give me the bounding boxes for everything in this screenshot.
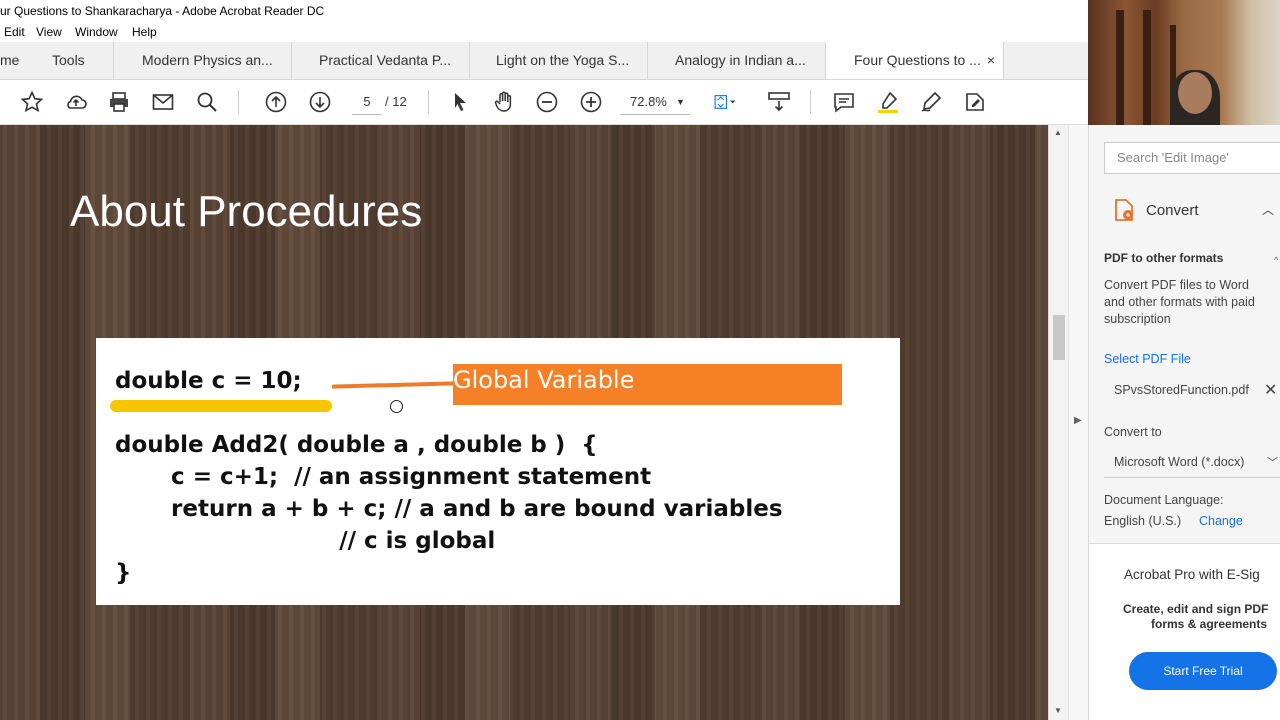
tab-document[interactable]: Analogy in Indian a... (648, 42, 826, 79)
select-cursor-icon[interactable] (448, 90, 472, 114)
code-block: Global Variable double c = 10; double Ad… (96, 338, 900, 605)
convert-to-dropdown[interactable]: Microsoft Word (*.docx) ﹀ (1104, 447, 1280, 478)
document-language-label: Document Language: (1104, 493, 1224, 507)
select-pdf-file-link[interactable]: Select PDF File (1104, 352, 1191, 366)
share-edit-icon[interactable] (963, 90, 987, 114)
slide-title: About Procedures (70, 187, 423, 236)
tab-document[interactable]: Practical Vedanta P... (292, 42, 470, 79)
chevron-right-icon[interactable]: ▶ (1074, 415, 1082, 426)
pdf-formats-desc: and other formats with paid (1104, 295, 1255, 309)
tab-document-active[interactable]: Four Questions to ... × (826, 42, 1004, 79)
tab-tools[interactable]: Tools (44, 42, 114, 79)
toolbar-separator (428, 90, 429, 114)
selected-file-row: SPvsStoredFunction.pdf ✕ (1104, 375, 1280, 405)
change-language-link[interactable]: Change (1199, 514, 1243, 528)
chevron-down-icon: ﹀ (1267, 457, 1278, 469)
annotation-label: Global Variable (453, 366, 635, 394)
promo-desc: forms & agreements (1151, 617, 1268, 631)
scroll-mode-icon[interactable] (767, 90, 791, 114)
chevron-down-icon: ▼ (676, 97, 685, 107)
upload-cloud-icon[interactable] (64, 90, 88, 114)
mouse-cursor-icon (390, 400, 403, 413)
code-line: } (115, 560, 132, 586)
convert-title[interactable]: Convert (1146, 202, 1199, 219)
annotation-box: Global Variable (453, 364, 842, 405)
window-title: ur Questions to Shankaracharya - Adobe A… (0, 4, 325, 18)
tab-home-label: me (0, 52, 20, 68)
comment-icon[interactable] (832, 90, 856, 114)
tab-label: Four Questions to ... (854, 52, 981, 68)
tab-label: Light on the Yoga S... (496, 52, 630, 68)
tab-document[interactable]: Light on the Yoga S... (470, 42, 648, 79)
zoom-in-icon[interactable] (579, 90, 603, 114)
code-line: double Add2( double a , double b ) { (115, 432, 598, 458)
page-down-icon[interactable] (308, 90, 332, 114)
hand-tool-icon[interactable] (492, 90, 516, 114)
selected-file-name: SPvsStoredFunction.pdf (1114, 383, 1249, 397)
menu-window[interactable]: Window (75, 25, 118, 39)
window-grill (1116, 10, 1124, 125)
scroll-down-icon[interactable]: ▼ (1054, 706, 1062, 715)
remove-file-icon[interactable]: ✕ (1264, 380, 1277, 400)
tab-bar: me Tools Modern Physics an... Practical … (0, 42, 1088, 80)
panel-toggle[interactable]: ▶ (1068, 125, 1089, 720)
toolbar: 5 / 12 72.8% ▼ (0, 80, 1088, 125)
menu-view[interactable]: View (36, 25, 62, 39)
annotation-connector (331, 381, 455, 389)
convert-pdf-icon (1113, 198, 1135, 222)
code-line: double c = 10; (115, 368, 302, 394)
menu-edit[interactable]: Edit (4, 25, 25, 39)
promo-desc: Create, edit and sign PDF (1123, 602, 1269, 616)
pdf-formats-desc: subscription (1104, 312, 1171, 326)
person-face (1178, 72, 1212, 114)
tab-label: Modern Physics an... (142, 52, 273, 68)
scrollbar-thumb[interactable] (1053, 315, 1065, 360)
toolbar-separator (810, 90, 811, 114)
collapse-icon[interactable]: ^ (1274, 255, 1278, 265)
code-line: // c is global (115, 528, 496, 554)
toolbar-separator (238, 90, 239, 114)
page-number-input[interactable]: 5 (352, 90, 382, 115)
zoom-out-icon[interactable] (535, 90, 559, 114)
tab-home[interactable]: me (0, 42, 44, 79)
sign-pen-icon[interactable] (919, 90, 943, 114)
menu-bar: Edit View Window Help (0, 22, 1088, 42)
start-free-trial-button[interactable]: Start Free Trial (1129, 652, 1277, 690)
document-view[interactable]: About Procedures Global Variable double … (0, 125, 1048, 720)
window-grill (1143, 10, 1151, 125)
print-icon[interactable] (107, 90, 131, 114)
page-total: / 12 (385, 94, 407, 109)
pdf-formats-desc: Convert PDF files to Word (1104, 278, 1249, 292)
code-line: c = c+1; // an assignment statement (115, 464, 652, 490)
zoom-level-value: 72.8% (630, 94, 667, 109)
promo-title: Acrobat Pro with E-Sig (1124, 567, 1260, 582)
code-line: return a + b + c; // a and b are bound v… (115, 496, 783, 522)
fit-page-icon[interactable] (713, 90, 747, 114)
page-up-icon[interactable] (264, 90, 288, 114)
menu-help[interactable]: Help (132, 25, 157, 39)
highlighter-icon[interactable] (876, 90, 900, 114)
pdf-formats-heading: PDF to other formats (1104, 251, 1224, 265)
document-language-value: English (U.S.) (1104, 514, 1182, 528)
tab-close-icon[interactable]: × (987, 42, 995, 79)
zoom-level-dropdown[interactable]: 72.8% ▼ (620, 90, 690, 115)
convert-to-value: Microsoft Word (*.docx) (1114, 455, 1245, 469)
vertical-scrollbar[interactable]: ▲ ▼ (1048, 125, 1069, 720)
window-title-bar: ur Questions to Shankaracharya - Adobe A… (0, 0, 1088, 22)
search-icon[interactable] (195, 90, 219, 114)
promo-panel: Acrobat Pro with E-Sig Create, edit and … (1089, 543, 1280, 720)
chevron-up-icon[interactable]: ︿ (1262, 201, 1274, 218)
tab-document[interactable]: Modern Physics an... (114, 42, 292, 79)
tab-tools-label: Tools (52, 52, 85, 68)
scroll-up-icon[interactable]: ▲ (1054, 128, 1062, 137)
email-icon[interactable] (151, 90, 175, 114)
tab-label: Analogy in Indian a... (675, 52, 806, 68)
tools-pane: Search 'Edit Image' Convert ︿ PDF to oth… (1088, 125, 1280, 720)
bookmark-star-icon[interactable] (20, 90, 44, 114)
tab-label: Practical Vedanta P... (319, 52, 452, 68)
convert-to-label: Convert to (1104, 425, 1162, 439)
yellow-highlight (110, 400, 332, 412)
webcam-video (1088, 0, 1280, 125)
search-input[interactable]: Search 'Edit Image' (1104, 142, 1280, 174)
